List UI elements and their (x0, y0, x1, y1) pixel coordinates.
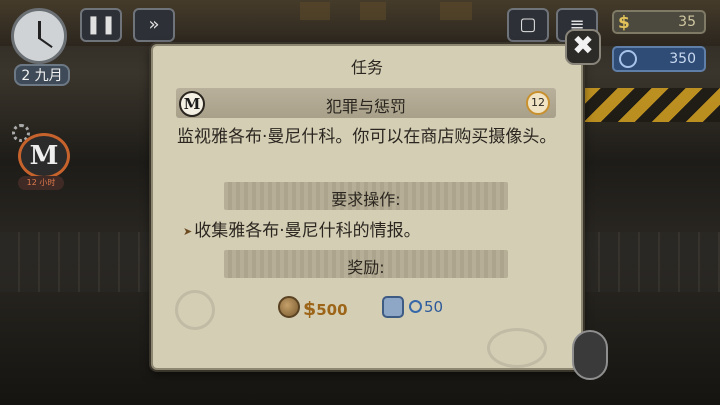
close-button[interactable]: ✖ (565, 29, 601, 65)
mission-dialog: 任务 M 犯罪与惩罚 12 监视雅各布·曼尼什科。你可以在商店购买摄像头。 要求… (151, 44, 583, 370)
rewards-header: 奖励: (224, 250, 508, 278)
date-badge: 2 九月 (14, 64, 70, 86)
inventory-button[interactable]: ▢ (507, 8, 549, 42)
reward-token-value: 50 (424, 298, 444, 316)
dialog-title: 任务 (350, 58, 383, 77)
reward-money-value: 500 (316, 301, 348, 319)
requirement-text: 收集雅各布·曼尼什科的情报。 (194, 221, 421, 241)
mission-marker-letter: M (29, 141, 59, 171)
fast-forward-icon: » (148, 14, 160, 35)
mission-level-badge: 12 (526, 91, 550, 115)
watermark-icon (175, 290, 215, 330)
dollar-icon: $ (303, 298, 317, 320)
rewards-label: 奖励: (347, 258, 385, 277)
close-icon: ✖ (572, 31, 594, 61)
hazard-stripes (584, 88, 720, 122)
requirements-header: 要求操作: (224, 182, 508, 210)
pause-button[interactable]: ❚❚ (80, 8, 122, 42)
mission-timer: 12 小时 (18, 176, 64, 190)
action-button[interactable] (572, 330, 608, 380)
clock-icon[interactable] (11, 8, 67, 64)
mission-marker[interactable]: M (18, 133, 70, 179)
token-counter: 350 (612, 46, 706, 72)
coins-icon (278, 296, 300, 318)
watermark-icon (487, 328, 547, 368)
token-pack-icon (382, 296, 404, 318)
token-icon (619, 50, 637, 68)
mission-description: 监视雅各布·曼尼什科。你可以在商店购买摄像头。 (177, 127, 557, 147)
building-window (440, 2, 472, 20)
requirements-label: 要求操作: (331, 190, 401, 209)
token-value: 350 (669, 51, 696, 67)
fast-forward-button[interactable]: » (133, 8, 175, 42)
arrow-bullet-icon: ➤ (183, 224, 193, 238)
dollar-icon: $ (618, 13, 630, 33)
building-window (300, 2, 330, 20)
token-icon (409, 300, 422, 313)
reward-tokens: 50 (409, 298, 443, 320)
money-counter: $ 35 (612, 10, 706, 34)
money-value: 35 (678, 14, 696, 30)
building-window (360, 2, 386, 20)
pause-icon: ❚❚ (85, 14, 117, 35)
reward-money: $500 (303, 298, 348, 320)
mission-header: M 犯罪与惩罚 12 (176, 88, 556, 118)
bag-icon: ▢ (519, 14, 537, 35)
requirement-item: ➤ 收集雅各布·曼尼什科的情报。 (183, 216, 421, 241)
mission-name: 犯罪与惩罚 (325, 97, 406, 116)
